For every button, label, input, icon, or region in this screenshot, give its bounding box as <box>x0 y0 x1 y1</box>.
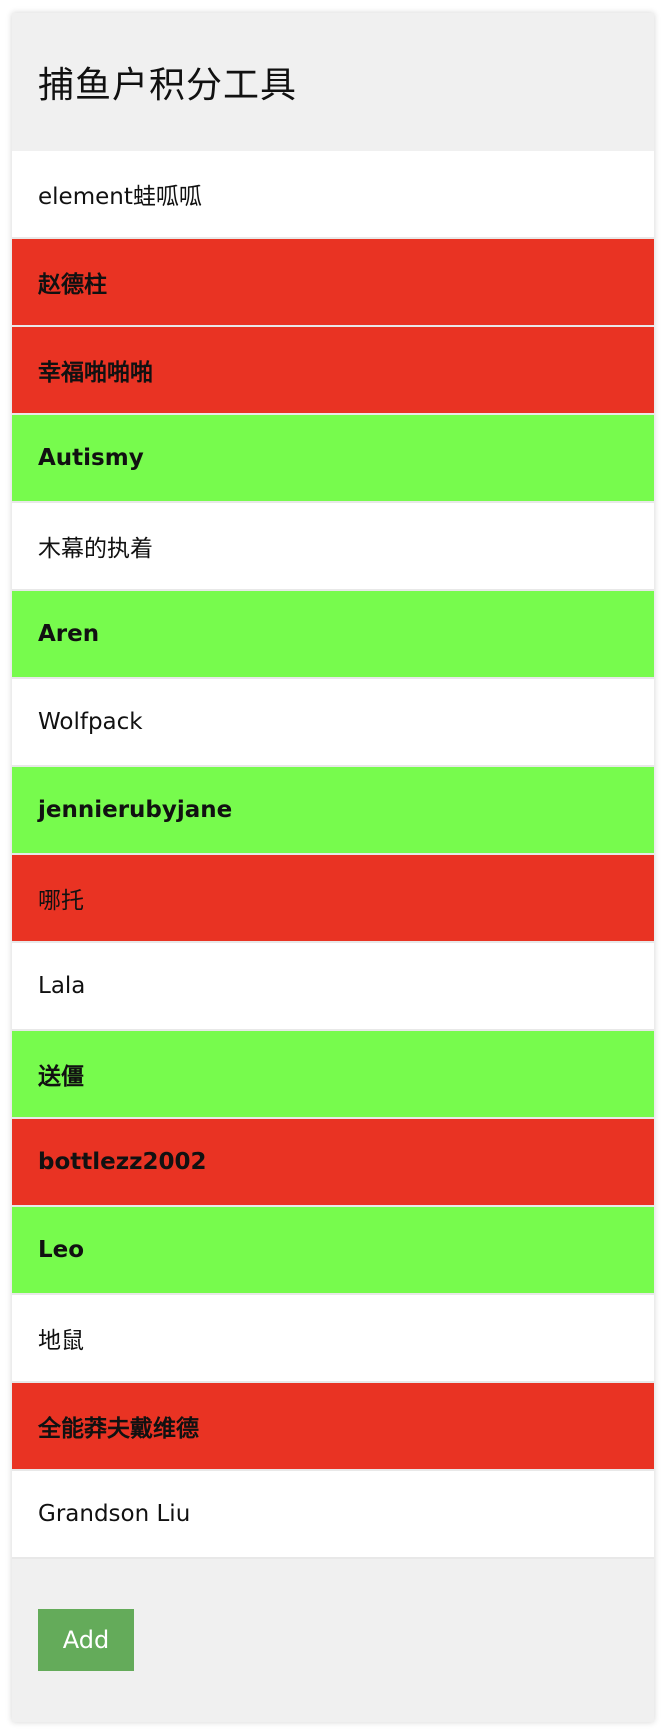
list-item[interactable]: element蛙呱呱 <box>12 151 654 239</box>
list-item[interactable]: Wolfpack <box>12 679 654 767</box>
player-list: element蛙呱呱 赵德柱 幸福啪啪啪 Autismy 木幕的执着 Aren … <box>12 151 654 1559</box>
list-item-label: 木幕的执着 <box>38 536 153 562</box>
list-item-label: 送僵 <box>38 1064 84 1090</box>
list-item[interactable]: 赵德柱 <box>12 239 654 327</box>
list-item-label: Wolfpack <box>38 709 143 735</box>
list-item-label: Aren <box>38 621 100 647</box>
list-item-label: Leo <box>38 1237 85 1263</box>
list-item-label: 赵德柱 <box>38 272 107 298</box>
list-item-label: jennierubyjane <box>38 797 233 823</box>
list-item-label: Autismy <box>38 445 144 471</box>
list-item-label: element蛙呱呱 <box>38 184 202 210</box>
list-item-label: 全能莽夫戴维德 <box>38 1416 199 1442</box>
list-item[interactable]: 地鼠 <box>12 1295 654 1383</box>
list-item-label: Grandson Liu <box>38 1501 191 1527</box>
list-item[interactable]: 送僵 <box>12 1031 654 1119</box>
main-panel: 捕鱼户积分工具 element蛙呱呱 赵德柱 幸福啪啪啪 Autismy 木幕的… <box>12 13 654 1722</box>
list-item[interactable]: 木幕的执着 <box>12 503 654 591</box>
list-item[interactable]: 幸福啪啪啪 <box>12 327 654 415</box>
list-item[interactable]: jennierubyjane <box>12 767 654 855</box>
list-item-label: 哪托 <box>38 888 84 914</box>
list-item[interactable]: bottlezz2002 <box>12 1119 654 1207</box>
list-item[interactable]: Autismy <box>12 415 654 503</box>
list-item-label: 幸福啪啪啪 <box>38 360 153 386</box>
list-item-label: 地鼠 <box>38 1328 84 1354</box>
list-item-label: Lala <box>38 973 86 999</box>
add-button[interactable]: Add <box>38 1609 134 1671</box>
list-item[interactable]: Lala <box>12 943 654 1031</box>
footer: Add <box>12 1559 654 1720</box>
list-item-label: bottlezz2002 <box>38 1149 207 1175</box>
list-item[interactable]: Aren <box>12 591 654 679</box>
list-item[interactable]: Grandson Liu <box>12 1471 654 1559</box>
page-title: 捕鱼户积分工具 <box>38 65 298 106</box>
header: 捕鱼户积分工具 <box>12 13 654 151</box>
list-item[interactable]: 哪托 <box>12 855 654 943</box>
list-item[interactable]: 全能莽夫戴维德 <box>12 1383 654 1471</box>
list-item[interactable]: Leo <box>12 1207 654 1295</box>
